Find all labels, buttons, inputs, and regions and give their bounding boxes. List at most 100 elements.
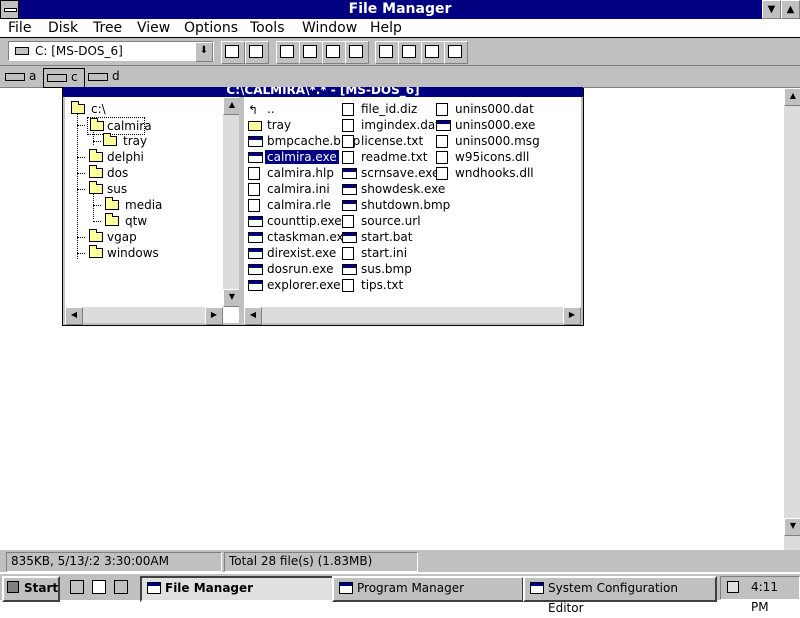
file-label: calmira.rle <box>267 198 332 212</box>
scroll-left-arrow-icon[interactable]: ◀ <box>65 307 83 325</box>
menu-tools[interactable]: Tools <box>250 20 285 36</box>
task-label: System Configuration Editor <box>548 581 678 615</box>
share-button[interactable] <box>444 41 468 64</box>
directory-window: C:\CALMIRA\*.* - [MS-DOS_6] c:\ calmira … <box>62 87 584 326</box>
maximize-button[interactable]: ▲ <box>781 0 800 19</box>
sort-size-button[interactable] <box>322 41 346 64</box>
program-manager-icon <box>339 582 353 594</box>
folder-open-icon <box>90 118 104 131</box>
file-label: unins000.dat <box>455 102 534 116</box>
start-button[interactable]: Start <box>2 576 60 602</box>
connect-drive-button[interactable] <box>221 41 245 64</box>
dropdown-arrow-icon[interactable]: ⬇ <box>195 42 213 62</box>
run-button[interactable] <box>398 41 422 64</box>
tree-label: qtw <box>125 214 148 228</box>
sort-az-icon <box>280 45 294 58</box>
menu-file[interactable]: File <box>8 20 31 36</box>
document-icon <box>342 247 354 260</box>
main-vertical-scrollbar[interactable]: ▲ ▼ <box>784 88 800 550</box>
tree-label: delphi <box>107 150 144 164</box>
scroll-right-arrow-icon[interactable]: ▶ <box>563 307 581 325</box>
find-button[interactable] <box>375 41 399 64</box>
task-system-configuration-editor[interactable]: System Configuration Editor <box>523 576 717 615</box>
run-icon <box>402 45 416 58</box>
document-icon <box>342 215 354 228</box>
file-label: unins000.msg <box>455 134 540 148</box>
tree-horizontal-scrollbar[interactable]: ◀ ▶ <box>65 307 223 325</box>
drive-d-label: d <box>112 69 120 83</box>
menu-window[interactable]: Window <box>302 20 357 36</box>
sort-name-button[interactable] <box>276 41 300 64</box>
properties-icon <box>425 45 439 58</box>
file-horizontal-scrollbar[interactable]: ◀ ▶ <box>244 307 581 325</box>
file-label: source.url <box>361 214 421 228</box>
document-icon <box>342 151 354 164</box>
hard-drive-icon <box>15 47 29 55</box>
file-label: unins000.exe <box>455 118 536 132</box>
file-label: dosrun.exe <box>267 262 334 276</box>
tray-icon[interactable] <box>727 581 739 593</box>
disconnect-icon <box>249 45 263 58</box>
file-label: readme.txt <box>361 150 428 164</box>
windows-logo-icon <box>7 581 19 593</box>
scroll-left-arrow-icon[interactable]: ◀ <box>244 307 262 325</box>
document-icon <box>342 264 357 275</box>
scroll-up-arrow-icon[interactable]: ▲ <box>784 88 800 106</box>
disconnect-drive-button[interactable] <box>245 41 269 64</box>
file-label: license.txt <box>361 134 424 148</box>
taskbar: Start File Manager Program Manager Syste… <box>0 573 800 615</box>
printer-icon[interactable] <box>70 580 84 594</box>
folder-icon <box>105 197 119 210</box>
up-directory-icon: ↰ <box>248 103 260 117</box>
tree-vertical-scrollbar[interactable]: ▲ ▼ <box>223 97 241 307</box>
drive-a-label: a <box>29 69 37 83</box>
start-label: Start <box>24 581 59 595</box>
task-program-manager[interactable]: Program Manager <box>332 576 524 602</box>
file-label: wndhooks.dll <box>455 166 534 180</box>
tree-node-calmira[interactable]: calmira <box>87 117 152 135</box>
document-icon <box>248 199 260 212</box>
copy-icon <box>326 45 340 58</box>
program-icon <box>248 216 263 227</box>
minimize-button[interactable]: ▼ <box>762 0 781 19</box>
file-label: counttip.exe <box>267 214 342 228</box>
drive-d[interactable]: d <box>85 68 123 86</box>
program-icon <box>248 152 263 163</box>
find-icon[interactable] <box>92 580 106 594</box>
sort-type-button[interactable] <box>299 41 323 64</box>
scroll-right-arrow-icon[interactable]: ▶ <box>205 307 223 325</box>
directory-window-title: C:\CALMIRA\*.* - [MS-DOS_6] <box>63 87 583 97</box>
document-icon <box>342 103 354 116</box>
file-label: showdesk.exe <box>361 182 446 196</box>
menu-view[interactable]: View <box>137 20 170 36</box>
folder-icon <box>89 165 103 178</box>
system-tray: 4:11 PM <box>720 576 800 614</box>
status-bar: 835KB, 5/13/:2 3:30:00AM Total 28 file(s… <box>0 550 800 572</box>
folder-icon <box>89 229 103 242</box>
clock: 4:11 PM <box>751 580 778 614</box>
task-file-manager[interactable]: File Manager <box>140 576 334 602</box>
window-title: File Manager <box>348 1 452 17</box>
program-icon <box>248 248 263 259</box>
program-icon <box>342 184 357 195</box>
drive-c[interactable]: c <box>43 68 85 88</box>
file-label: scrnsave.exe <box>361 166 440 180</box>
drive-combo[interactable]: C: [MS-DOS_6] ⬇ <box>8 41 214 62</box>
monitor-icon[interactable] <box>114 580 128 594</box>
connect-icon <box>225 45 239 58</box>
drive-a[interactable]: a <box>2 68 38 86</box>
folder-icon <box>89 149 103 162</box>
file-label: explorer.exe <box>267 278 341 292</box>
tree-label: media <box>125 198 163 212</box>
menu-disk[interactable]: Disk <box>48 20 78 36</box>
menu-tree[interactable]: Tree <box>93 20 122 36</box>
file-label: w95icons.dll <box>455 150 530 164</box>
properties-button[interactable] <box>421 41 445 64</box>
file-label: imgindex.dat <box>361 118 440 132</box>
scroll-down-arrow-icon[interactable]: ▼ <box>784 518 800 536</box>
document-icon <box>436 151 448 164</box>
sort-date-button[interactable] <box>345 41 369 64</box>
menu-options[interactable]: Options <box>184 20 238 36</box>
menu-help[interactable]: Help <box>370 20 402 36</box>
file-label: calmira.exe <box>265 150 339 164</box>
